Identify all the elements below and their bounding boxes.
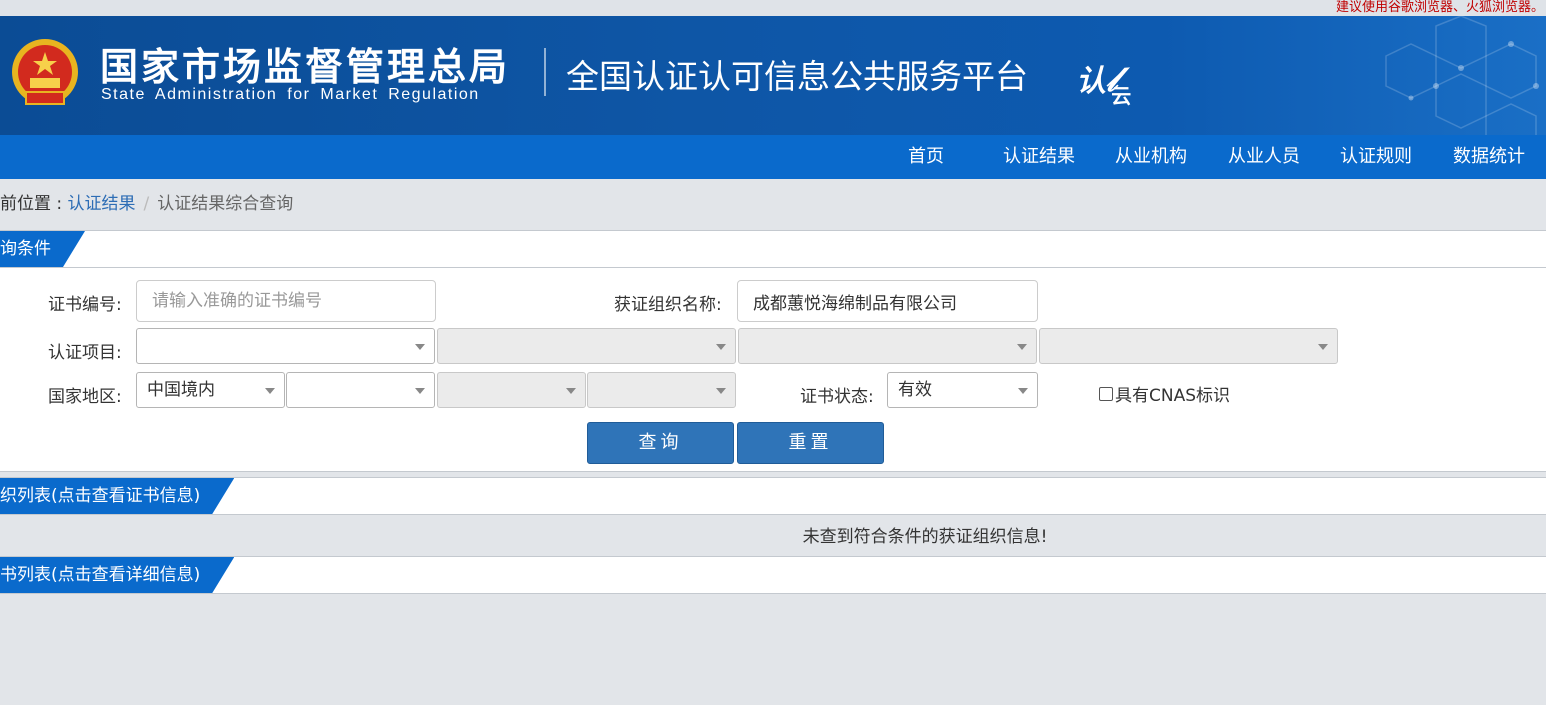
- region-select-3[interactable]: [437, 372, 586, 408]
- project-select-3[interactable]: [738, 328, 1037, 364]
- region-select-1[interactable]: 中国境内: [136, 372, 285, 408]
- breadcrumb-current: 认证结果综合查询: [157, 194, 294, 214]
- chevron-down-icon: [716, 344, 726, 350]
- chevron-down-icon: [265, 388, 275, 394]
- platform-title: 全国认证认可信息公共服务平台: [566, 57, 1028, 96]
- org-name-label: 获证组织名称:: [614, 295, 722, 315]
- breadcrumb-link-results[interactable]: 认证结果: [68, 194, 136, 214]
- logo-mark-text: 认: [1076, 64, 1106, 99]
- cert-list-panel-header: 书列表(点击查看详细信息): [0, 556, 1546, 594]
- status-select[interactable]: 有效: [887, 372, 1038, 408]
- reset-button[interactable]: 重置: [737, 422, 884, 464]
- status-label: 证书状态:: [800, 387, 874, 407]
- chevron-down-icon: [1318, 344, 1328, 350]
- nav-home[interactable]: 首页: [908, 135, 944, 179]
- query-button[interactable]: 查询: [587, 422, 734, 464]
- hexagon-pattern-decoration: [1385, 16, 1539, 135]
- browser-notice: 建议使用谷歌浏览器、火狐浏览器。: [1335, 0, 1544, 15]
- org-name-input[interactable]: [737, 280, 1038, 322]
- query-panel-title: 询条件: [0, 231, 85, 267]
- org-list-panel-header: 织列表(点击查看证书信息): [0, 477, 1546, 515]
- query-form: 证书编号: 获证组织名称: 认证项目: 国家地区: 中国境内 证书状态: 有效 …: [0, 268, 1546, 472]
- project-select-1[interactable]: [136, 328, 435, 364]
- site-banner: 国家市场监督管理总局 State Administration for Mark…: [0, 16, 1546, 135]
- org-name-en: State Administration for Market Regulati…: [101, 86, 480, 103]
- chevron-down-icon: [415, 388, 425, 394]
- top-notice-bar: 建议使用谷歌浏览器、火狐浏览器。: [0, 0, 1546, 16]
- nav-institutions[interactable]: 从业机构: [1115, 135, 1187, 179]
- query-panel-header: 询条件: [0, 230, 1546, 268]
- org-list-panel-title: 织列表(点击查看证书信息): [0, 478, 234, 514]
- chevron-down-icon: [716, 388, 726, 394]
- logo-sub-text: 云: [1111, 84, 1132, 108]
- nav-rules[interactable]: 认证规则: [1340, 135, 1412, 179]
- national-emblem-logo: [12, 39, 78, 105]
- project-label: 认证项目:: [48, 343, 122, 363]
- nav-certification-results[interactable]: 认证结果: [1003, 135, 1075, 179]
- cert-no-label: 证书编号:: [48, 295, 122, 315]
- region-select-2[interactable]: [286, 372, 435, 408]
- cert-no-input[interactable]: [136, 280, 436, 322]
- renzheng-cloud-logo: 认𝓁云: [1076, 60, 1132, 108]
- nav-statistics[interactable]: 数据统计: [1453, 135, 1525, 179]
- breadcrumb-separator: /: [143, 194, 150, 214]
- chevron-down-icon: [415, 344, 425, 350]
- org-name-cn: 国家市场监督管理总局: [100, 45, 511, 89]
- cnas-checkbox[interactable]: 具有CNAS标识: [1099, 381, 1230, 406]
- chevron-down-icon: [566, 388, 576, 394]
- cert-list-panel-title: 书列表(点击查看详细信息): [0, 557, 234, 593]
- nav-personnel[interactable]: 从业人员: [1228, 135, 1300, 179]
- chevron-down-icon: [1018, 388, 1028, 394]
- org-list-empty-message: 未查到符合条件的获证组织信息!: [802, 527, 1048, 547]
- main-nav: 首页 认证结果 从业机构 从业人员 认证规则 数据统计: [0, 135, 1546, 179]
- chevron-down-icon: [1017, 344, 1027, 350]
- breadcrumb-prefix: 前位置 :: [0, 194, 68, 214]
- banner-divider: [544, 48, 546, 96]
- checkbox-icon[interactable]: [1099, 386, 1113, 401]
- project-select-4[interactable]: [1039, 328, 1338, 364]
- cnas-checkbox-label: 具有CNAS标识: [1115, 386, 1231, 406]
- project-select-2[interactable]: [437, 328, 736, 364]
- region-select-1-value: 中国境内: [147, 380, 215, 400]
- region-select-4[interactable]: [587, 372, 736, 408]
- region-label: 国家地区:: [48, 387, 122, 407]
- status-select-value: 有效: [898, 380, 932, 400]
- breadcrumb: 前位置 : 认证结果 / 认证结果综合查询: [0, 189, 293, 214]
